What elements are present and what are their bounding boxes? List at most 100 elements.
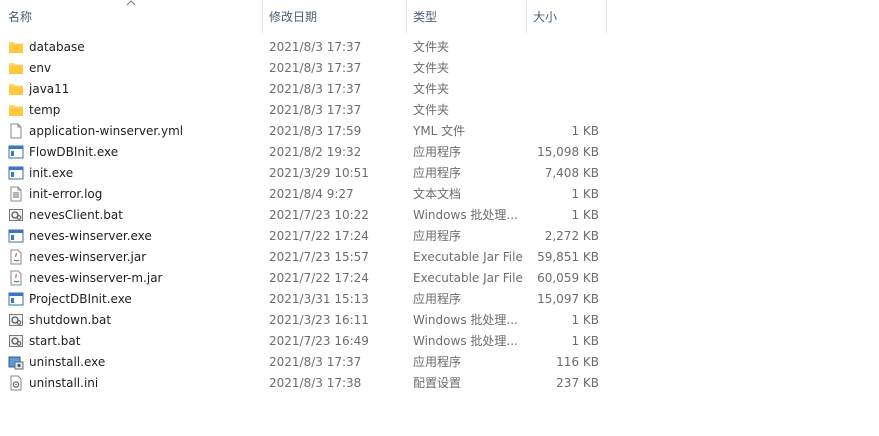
column-header-bar: 名称 修改日期 类型 大小: [0, 0, 879, 33]
column-header-size[interactable]: 大小: [527, 0, 607, 33]
installer-icon: [8, 354, 24, 370]
file-date-modified: 2021/3/31 15:13: [269, 292, 369, 306]
file-name: uninstall.exe: [29, 355, 106, 369]
jar-file-icon: [8, 270, 24, 286]
file-row[interactable]: env 2021/8/3 17:37 文件夹: [0, 58, 610, 79]
folder-icon: [8, 81, 24, 97]
file-row[interactable]: temp 2021/8/3 17:37 文件夹: [0, 100, 610, 121]
file-row[interactable]: shutdown.bat 2021/3/23 16:11 Windows 批处理..…: [0, 310, 610, 331]
application-icon: [8, 228, 24, 244]
file-date-modified: 2021/7/23 16:49: [269, 334, 369, 348]
file-row[interactable]: neves-winserver.jar 2021/7/23 15:57 Execut…: [0, 247, 610, 268]
file-date-modified: 2021/7/22 17:24: [269, 229, 369, 243]
file-name: nevesClient.bat: [29, 208, 123, 222]
file-type: 应用程序: [413, 292, 462, 306]
file-type: YML 文件: [413, 124, 466, 138]
application-icon: [8, 144, 24, 160]
file-name: init.exe: [29, 166, 74, 180]
file-name: database: [29, 40, 85, 54]
file-type: 文件夹: [413, 61, 450, 75]
application-icon: [8, 291, 24, 307]
file-name: FlowDBInit.exe: [29, 145, 119, 159]
file-date-modified: 2021/3/29 10:51: [269, 166, 369, 180]
file-row[interactable]: application-winserver.yml 2021/8/3 17:59 Y…: [0, 121, 610, 142]
file-date-modified: 2021/8/3 17:37: [269, 40, 362, 54]
file-row[interactable]: database 2021/8/3 17:37 文件夹: [0, 37, 610, 58]
jar-file-icon: [8, 249, 24, 265]
application-icon: [8, 165, 24, 181]
file-type: 文件夹: [413, 82, 450, 96]
file-size: 7,408 KB: [544, 166, 599, 180]
file-size: 1 KB: [571, 124, 599, 138]
file-name: ProjectDBInit.exe: [29, 292, 132, 306]
file-size: 1 KB: [571, 208, 599, 222]
file-size: 1 KB: [571, 187, 599, 201]
text-file-icon: [8, 186, 24, 202]
file-row[interactable]: FlowDBInit.exe 2021/8/2 19:32 应用程序 15,098 K…: [0, 142, 610, 163]
batch-file-icon: [8, 312, 24, 328]
file-date-modified: 2021/7/23 15:57: [269, 250, 369, 264]
file-type: Executable Jar File: [413, 250, 523, 264]
file-name: neves-winserver-m.jar: [29, 271, 163, 285]
file-row[interactable]: java11 2021/8/3 17:37 文件夹: [0, 79, 610, 100]
file-row[interactable]: init-error.log 2021/8/4 9:27 文本文档 1 KB: [0, 184, 610, 205]
file-type: 应用程序: [413, 166, 462, 180]
file-date-modified: 2021/8/3 17:37: [269, 82, 362, 96]
column-header-name[interactable]: 名称: [0, 0, 263, 33]
file-date-modified: 2021/8/3 17:37: [269, 103, 362, 117]
batch-file-icon: [8, 333, 24, 349]
file-size: 60,059 KB: [537, 271, 599, 285]
file-type: 应用程序: [413, 355, 462, 369]
file-row[interactable]: init.exe 2021/3/29 10:51 应用程序 7,408 KB: [0, 163, 610, 184]
file-date-modified: 2021/8/3 17:37: [269, 61, 362, 75]
file-date-modified: 2021/8/3 17:38: [269, 376, 362, 390]
file-size: 2,272 KB: [544, 229, 599, 243]
file-date-modified: 2021/8/3 17:59: [269, 124, 362, 138]
folder-icon: [8, 39, 24, 55]
file-size: 1 KB: [571, 334, 599, 348]
file-type: 应用程序: [413, 229, 462, 243]
file-type: 文件夹: [413, 103, 450, 117]
file-size: 237 KB: [556, 376, 599, 390]
file-row[interactable]: nevesClient.bat 2021/7/23 10:22 Windows 批处…: [0, 205, 610, 226]
file-size: 1 KB: [571, 313, 599, 327]
file-type: Windows 批处理...: [413, 313, 518, 327]
file-name: application-winserver.yml: [29, 124, 184, 138]
file-date-modified: 2021/7/22 17:24: [269, 271, 369, 285]
column-header-type[interactable]: 类型: [407, 0, 527, 33]
file-row[interactable]: start.bat 2021/7/23 16:49 Windows 批处理... 1 …: [0, 331, 610, 352]
file-name: temp: [29, 103, 61, 117]
file-row[interactable]: neves-winserver.exe 2021/7/22 17:24 应用程序 2,…: [0, 226, 610, 247]
file-name: uninstall.ini: [29, 376, 99, 390]
folder-icon: [8, 102, 24, 118]
file-date-modified: 2021/8/3 17:37: [269, 355, 362, 369]
file-name: env: [29, 61, 52, 75]
file-row[interactable]: ProjectDBInit.exe 2021/3/31 15:13 应用程序 15,0…: [0, 289, 610, 310]
document-icon: [8, 123, 24, 139]
file-row[interactable]: uninstall.ini 2021/8/3 17:38 配置设置 237 KB: [0, 373, 610, 394]
file-type: 应用程序: [413, 145, 462, 159]
file-name: neves-winserver.jar: [29, 250, 147, 264]
batch-file-icon: [8, 207, 24, 223]
file-type: 文本文档: [413, 187, 462, 201]
file-date-modified: 2021/7/23 10:22: [269, 208, 369, 222]
folder-icon: [8, 60, 24, 76]
column-header-date[interactable]: 修改日期: [263, 0, 407, 33]
file-type: 配置设置: [413, 376, 462, 390]
file-row[interactable]: neves-winserver-m.jar 2021/7/22 17:24 Exec…: [0, 268, 610, 289]
file-size: 15,098 KB: [537, 145, 599, 159]
file-name: java11: [29, 82, 70, 96]
file-name: shutdown.bat: [29, 313, 112, 327]
file-name: init-error.log: [29, 187, 103, 201]
file-date-modified: 2021/8/4 9:27: [269, 187, 354, 201]
file-row[interactable]: uninstall.exe 2021/8/3 17:37 应用程序 116 KB: [0, 352, 610, 373]
file-size: 116 KB: [556, 355, 599, 369]
file-size: 59,851 KB: [537, 250, 599, 264]
file-date-modified: 2021/3/23 16:11: [269, 313, 369, 327]
file-name: start.bat: [29, 334, 81, 348]
file-type: Windows 批处理...: [413, 208, 518, 222]
file-type: Executable Jar File: [413, 271, 523, 285]
file-name: neves-winserver.exe: [29, 229, 152, 243]
file-date-modified: 2021/8/2 19:32: [269, 145, 362, 159]
config-file-icon: [8, 375, 24, 391]
